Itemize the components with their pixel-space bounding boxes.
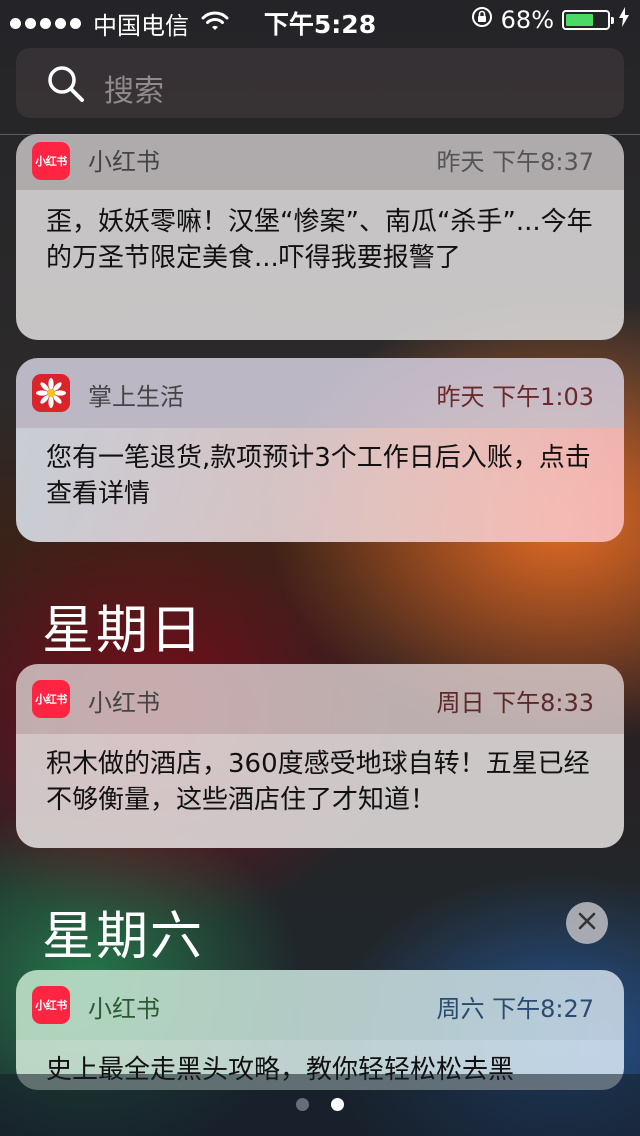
clear-section-button[interactable] [566,902,608,944]
close-icon [577,911,597,935]
search-input[interactable]: 搜索 [16,48,624,118]
xiaohongshu-app-icon: 小红书 [32,680,70,718]
xiaohongshu-app-icon: 小红书 [32,142,70,180]
status-right: 68% [471,6,630,34]
page-indicator-bar [0,1074,640,1136]
search-icon [46,64,86,108]
section-header-sunday: 星期日 [42,601,205,661]
page-dots [0,1098,640,1111]
zhangshang-app-icon [32,374,70,412]
battery-percent: 68% [500,6,554,34]
notification-xiaohongshu-3[interactable]: 小红书 小红书 周六 下午8:27 史上最全走黑头攻略，教你轻轻松松去黑 [16,970,624,1090]
notification-zhangshang[interactable]: 掌上生活 昨天 下午1:03 您有一笔退货,款项预计3个工作日后入账，点击查看详… [16,358,624,542]
notification-time: 周六 下午8:27 [436,995,594,1023]
notification-header: 小红书 小红书 周日 下午8:33 [16,664,624,734]
orientation-lock-icon [471,6,493,34]
notification-time: 昨天 下午1:03 [436,383,594,411]
page-dot-2[interactable] [331,1098,344,1111]
notification-app-name: 小红书 [88,689,160,717]
notification-message: 歪，妖妖零嘛！汉堡“惨案”、南瓜“杀手”...今年的万圣节限定美食...吓得我要… [16,190,624,340]
notification-message: 您有一笔退货,款项预计3个工作日后入账，点击查看详情 [16,428,624,542]
notification-app-name: 掌上生活 [88,383,184,411]
notification-header: 小红书 小红书 周六 下午8:27 [16,970,624,1040]
status-bar: 中国电信 下午5:28 68% [0,0,640,40]
charging-bolt-icon [618,6,630,34]
notification-header: 小红书 小红书 昨天 下午8:37 [16,134,624,190]
notification-message: 积木做的酒店，360度感受地球自转！五星已经不够衡量，这些酒店住了才知道！ [16,734,624,848]
battery-level-fill [566,14,593,26]
notification-xiaohongshu-1[interactable]: 小红书 小红书 昨天 下午8:37 歪，妖妖零嘛！汉堡“惨案”、南瓜“杀手”..… [16,134,624,340]
notification-time: 昨天 下午8:37 [436,148,594,176]
notification-app-name: 小红书 [88,148,160,176]
xiaohongshu-app-icon: 小红书 [32,986,70,1024]
search-placeholder: 搜索 [104,74,164,109]
section-header-saturday: 星期六 [42,907,205,967]
notification-xiaohongshu-2[interactable]: 小红书 小红书 周日 下午8:33 积木做的酒店，360度感受地球自转！五星已经… [16,664,624,848]
notification-header: 掌上生活 昨天 下午1:03 [16,358,624,428]
page-dot-1[interactable] [296,1098,309,1111]
battery-icon [562,10,614,30]
notification-time: 周日 下午8:33 [436,689,594,717]
notification-app-name: 小红书 [88,995,160,1023]
